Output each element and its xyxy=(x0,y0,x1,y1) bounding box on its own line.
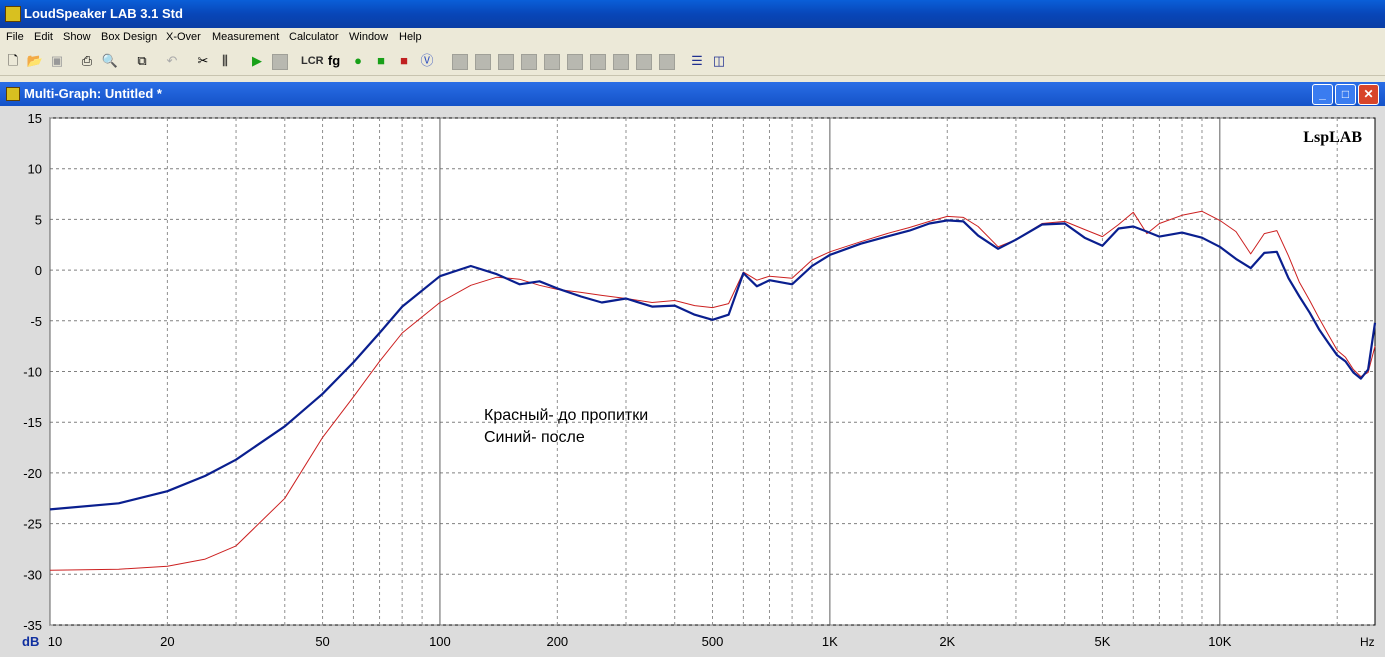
y-tick-label: 5 xyxy=(35,212,42,227)
x-tick-label: 2K xyxy=(939,634,955,649)
x-tick-label: 10K xyxy=(1208,634,1231,649)
y-tick-label: -20 xyxy=(23,466,42,481)
y-tick-label: 15 xyxy=(28,111,42,126)
x-tick-label: 5K xyxy=(1094,634,1110,649)
y-tick-label: 0 xyxy=(35,263,42,278)
y-tick-label: -25 xyxy=(23,517,42,532)
y-tick-label: -5 xyxy=(30,314,42,329)
lsplab-logo: LspLAB xyxy=(1303,129,1362,146)
annotation-red: Красный- до пропитки xyxy=(484,407,648,424)
x-tick-label: 20 xyxy=(160,634,174,649)
x-tick-label: 10 xyxy=(48,634,62,649)
y-tick-label: -35 xyxy=(23,618,42,633)
y-tick-label: -30 xyxy=(23,567,42,582)
x-unit-label: Hz xyxy=(1360,635,1375,649)
x-tick-label: 1K xyxy=(822,634,838,649)
y-tick-label: -10 xyxy=(23,365,42,380)
annotation-blue: Синий- после xyxy=(484,429,585,446)
y-unit-label: dB xyxy=(22,634,39,649)
x-tick-labels: 10 20 50 100 200 500 1K 2K 5K 10K xyxy=(48,634,1232,649)
x-tick-label: 500 xyxy=(702,634,724,649)
y-tick-labels: 15 10 5 0 -5 -10 -15 -20 -25 -30 -35 xyxy=(23,111,42,633)
x-tick-label: 100 xyxy=(429,634,451,649)
x-tick-label: 50 xyxy=(315,634,329,649)
x-tick-label: 200 xyxy=(546,634,568,649)
y-tick-label: -15 xyxy=(23,415,42,430)
frequency-response-chart: 151050-5-10-15-20-25-30-35 10 20 50 100 200 5… xyxy=(22,111,1377,649)
y-tick-label: 10 xyxy=(28,162,42,177)
